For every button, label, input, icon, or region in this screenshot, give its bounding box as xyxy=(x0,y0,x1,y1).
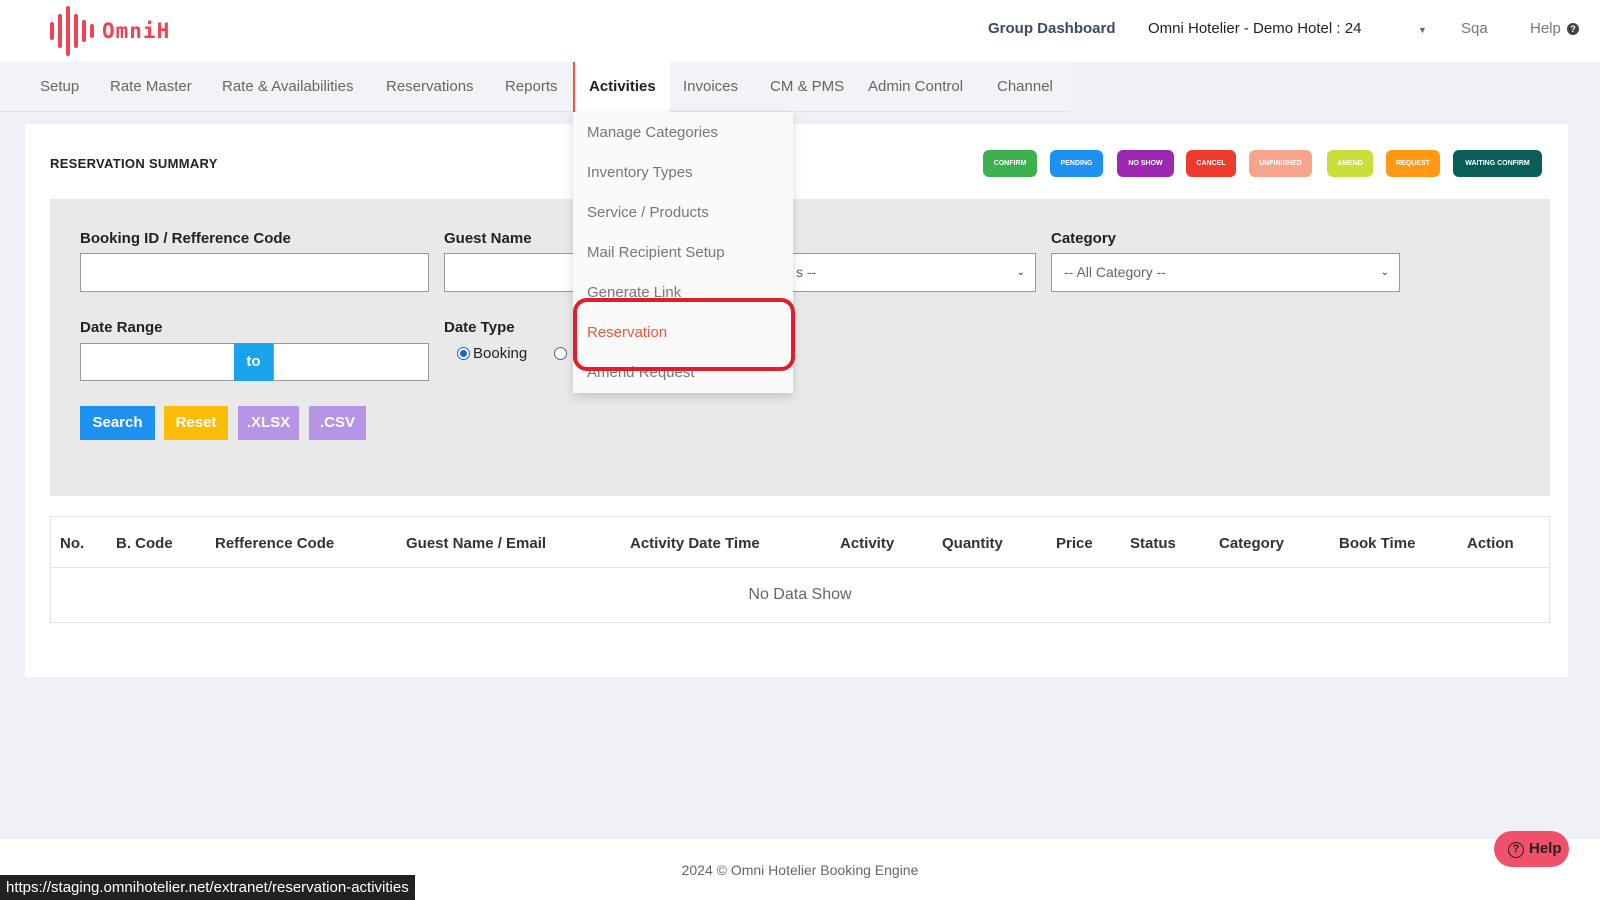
question-circle-icon: ? xyxy=(1508,842,1524,858)
guest-name-label: Guest Name xyxy=(444,230,532,247)
booking-id-label: Booking ID / Refference Code xyxy=(80,230,291,247)
omnih-logo[interactable]: OmniH xyxy=(48,6,171,56)
legend-confirm-badge: CONFIRM xyxy=(983,150,1037,177)
date-type-other-radio[interactable] xyxy=(554,347,567,360)
legend-waiting-confirm-badge: WAITING CONFIRM xyxy=(1453,150,1542,177)
col-b-code: B. Code xyxy=(116,535,173,552)
menu-item-manage-categories[interactable]: Manage Categories xyxy=(587,124,718,141)
category-label: Category xyxy=(1051,230,1117,247)
floating-help-button[interactable]: ? Help xyxy=(1494,831,1569,867)
nav-cm-pms[interactable]: CM & PMS xyxy=(770,62,844,112)
legend-no-show-badge: NO SHOW xyxy=(1117,150,1174,177)
reservation-highlight-outline xyxy=(573,298,795,371)
main-nav: Setup Rate Master Rate & Availabilities … xyxy=(0,62,1070,112)
booking-id-input[interactable] xyxy=(80,253,429,292)
nav-reports[interactable]: Reports xyxy=(505,62,558,112)
legend-request-badge: REQUEST xyxy=(1386,150,1440,177)
col-refference-code: Refference Code xyxy=(215,535,335,552)
col-quantity: Quantity xyxy=(942,535,1003,552)
col-guest-name-email: Guest Name / Email xyxy=(406,535,547,552)
logo-bars-icon xyxy=(50,6,94,56)
logo-text: OmniH xyxy=(102,19,171,43)
guest-name-input[interactable] xyxy=(444,253,584,292)
date-type-label: Date Type xyxy=(444,319,515,336)
col-activity: Activity xyxy=(840,535,895,552)
col-action: Action xyxy=(1467,535,1514,552)
col-book-time: Book Time xyxy=(1339,535,1416,552)
browser-status-url: https://staging.omnihotelier.net/extrane… xyxy=(0,875,415,900)
question-icon: ? xyxy=(1567,23,1580,35)
nav-rate-master[interactable]: Rate Master xyxy=(110,62,192,112)
reset-button[interactable]: Reset xyxy=(164,406,228,440)
nav-rate-availabilities[interactable]: Rate & Availabilities xyxy=(222,62,353,112)
nav-setup[interactable]: Setup xyxy=(40,62,79,112)
legend-unfinished-badge: UNFINISHED xyxy=(1249,150,1312,177)
floating-help-label: Help xyxy=(1529,840,1562,857)
date-from-input[interactable] xyxy=(80,343,235,381)
chevron-down-icon: ⌄ xyxy=(1016,267,1025,278)
export-csv-button[interactable]: .CSV xyxy=(309,406,366,440)
nav-admin-control[interactable]: Admin Control xyxy=(868,62,963,112)
col-price: Price xyxy=(1056,535,1093,552)
col-status: Status xyxy=(1130,535,1176,552)
help-label: Help xyxy=(1530,20,1561,37)
menu-item-inventory-types[interactable]: Inventory Types xyxy=(587,164,693,181)
hotel-selector[interactable]: Omni Hotelier - Demo Hotel : 24 xyxy=(1148,20,1361,37)
category-select-value: -- All Category -- xyxy=(1064,264,1166,280)
search-button[interactable]: Search xyxy=(80,406,155,440)
chevron-down-icon: ⌄ xyxy=(1380,267,1389,278)
export-xlsx-button[interactable]: .XLSX xyxy=(238,406,299,440)
date-to-input[interactable] xyxy=(273,343,429,381)
date-type-booking-label[interactable]: Booking xyxy=(473,345,527,362)
menu-item-service-products[interactable]: Service / Products xyxy=(587,204,709,221)
menu-item-mail-recipient-setup[interactable]: Mail Recipient Setup xyxy=(587,244,725,261)
table-header-divider xyxy=(51,567,1549,568)
help-link[interactable]: Help ? xyxy=(1530,20,1580,37)
col-category: Category xyxy=(1219,535,1285,552)
nav-activities[interactable]: Activities xyxy=(573,62,670,112)
nav-invoices[interactable]: Invoices xyxy=(683,62,738,112)
status-select[interactable]: s -- ⌄ xyxy=(783,253,1036,292)
reservations-table xyxy=(50,516,1550,623)
date-to-separator: to xyxy=(234,343,273,381)
col-no: No. xyxy=(60,535,85,552)
user-menu[interactable]: Sqa xyxy=(1461,20,1488,37)
legend-amend-badge: AMEND xyxy=(1327,150,1373,177)
nav-channel[interactable]: Channel xyxy=(997,62,1053,112)
category-select[interactable]: -- All Category -- ⌄ xyxy=(1051,253,1400,292)
status-select-value: s -- xyxy=(796,264,817,280)
group-dashboard-link[interactable]: Group Dashboard xyxy=(988,20,1116,37)
chevron-down-icon[interactable]: ▼ xyxy=(1418,25,1427,35)
col-activity-date-time: Activity Date Time xyxy=(630,535,760,552)
empty-table-message: No Data Show xyxy=(748,586,852,603)
date-type-booking-radio[interactable] xyxy=(457,347,470,360)
legend-cancel-badge: CANCEL xyxy=(1186,150,1236,177)
legend-pending-badge: PENDING xyxy=(1050,150,1103,177)
date-range-label: Date Range xyxy=(80,319,163,336)
nav-reservations[interactable]: Reservations xyxy=(386,62,474,112)
page-title: RESERVATION SUMMARY xyxy=(50,156,218,171)
